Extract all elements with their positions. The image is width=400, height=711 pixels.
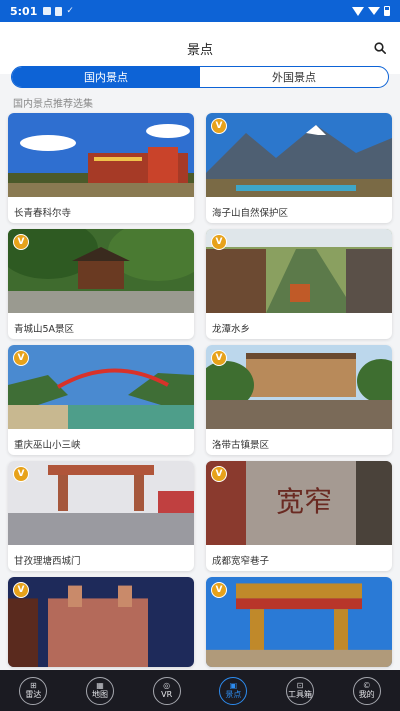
scenic-thumbnail <box>8 229 194 313</box>
map-icon: ▦ 地图 <box>86 676 114 705</box>
vip-badge-icon: V <box>13 234 29 250</box>
scenic-card[interactable]: V 甘孜理塘西城门 <box>8 461 194 571</box>
nav-radar[interactable]: ⊞ 雷达 <box>0 670 67 711</box>
nav-label: VR <box>161 690 173 699</box>
nav-profile[interactable]: © 我的 <box>333 670 400 711</box>
card-label: 龙潭水乡 <box>212 324 251 335</box>
search-icon[interactable] <box>374 42 386 54</box>
vip-badge-icon: V <box>13 582 29 598</box>
check-icon: ✓ <box>66 6 74 16</box>
scenic-card[interactable]: V 海子山自然保护区 <box>206 113 392 223</box>
vip-badge-icon: V <box>211 582 227 598</box>
nav-label: 工具箱 <box>288 690 313 699</box>
vr-icon: ◎ VR <box>152 676 181 705</box>
vip-badge-icon: V <box>211 234 227 250</box>
card-label: 甘孜理塘西城门 <box>14 556 81 567</box>
nav-label: 景点 <box>225 690 242 699</box>
nav-scenic[interactable]: ▣ 景点 <box>200 670 267 711</box>
scenic-icon: ▣ 景点 <box>219 676 248 705</box>
card-label: 青城山5A景区 <box>14 324 75 335</box>
battery-icon <box>384 6 390 16</box>
vip-badge-icon: V <box>211 118 227 134</box>
scenic-thumbnail <box>206 113 392 197</box>
scenic-tabs: 国内景点 外国景点 <box>11 66 389 88</box>
scenic-card[interactable]: V <box>8 577 194 667</box>
section-title: 国内景点推荐选集 <box>13 99 93 110</box>
profile-icon: © 我的 <box>352 676 381 705</box>
scenic-card[interactable]: V 重庆巫山小三峡 <box>8 345 194 455</box>
nav-map[interactable]: ▦ 地图 <box>67 670 134 711</box>
scenic-thumbnail <box>8 113 194 197</box>
scenic-card[interactable]: V 洛带古镇景区 <box>206 345 392 455</box>
status-bar: 5:01 ✓ <box>0 0 400 22</box>
nav-toolbox[interactable]: ⊡ 工具箱 <box>267 670 334 711</box>
page-title: 景点 <box>186 43 213 58</box>
nav-label: 我的 <box>358 690 375 699</box>
scenic-thumbnail: 宽窄 <box>206 461 392 545</box>
scenic-thumbnail <box>206 345 392 429</box>
notification-icon <box>43 7 52 15</box>
scenic-card[interactable]: V <box>206 577 392 667</box>
sd-card-icon <box>55 6 63 16</box>
scenic-thumbnail <box>8 461 194 545</box>
vip-badge-icon: V <box>211 466 227 482</box>
card-label: 海子山自然保护区 <box>212 208 289 219</box>
scenic-card[interactable]: V 龙潭水乡 <box>206 229 392 339</box>
card-label: 成都宽窄巷子 <box>212 556 270 567</box>
vip-badge-icon: V <box>13 466 29 482</box>
scenic-thumbnail <box>8 577 194 667</box>
scenic-thumbnail <box>206 229 392 313</box>
scenic-card[interactable]: V 青城山5A景区 <box>8 229 194 339</box>
vip-badge-icon: V <box>13 350 29 366</box>
nav-label: 雷达 <box>25 690 42 699</box>
vip-badge-icon: V <box>211 350 227 366</box>
tab-domestic[interactable]: 国内景点 <box>12 67 200 87</box>
tab-foreign[interactable]: 外国景点 <box>200 67 388 87</box>
bottom-nav: ⊞ 雷达 ▦ 地图 ◎ VR ▣ 景点 ⊡ 工具箱 © 我的 <box>0 670 400 711</box>
scenic-thumbnail <box>8 345 194 429</box>
scenic-thumbnail <box>206 577 392 667</box>
status-time: 5:01 <box>10 4 38 18</box>
svg-text:宽窄: 宽窄 <box>276 485 332 518</box>
card-label: 洛带古镇景区 <box>212 440 270 451</box>
wifi-icon <box>352 6 364 16</box>
signal-icon <box>368 7 380 15</box>
nav-vr[interactable]: ◎ VR <box>133 670 200 711</box>
toolbox-icon: ⊡ 工具箱 <box>286 676 315 705</box>
card-label: 重庆巫山小三峡 <box>14 440 81 451</box>
radar-icon: ⊞ 雷达 <box>19 676 48 705</box>
card-label: 长青春科尔寺 <box>14 208 72 219</box>
scenic-card[interactable]: 长青春科尔寺 <box>8 113 194 223</box>
scenic-card[interactable]: 宽窄 V 成都宽窄巷子 <box>206 461 392 571</box>
nav-label: 地图 <box>92 690 108 699</box>
